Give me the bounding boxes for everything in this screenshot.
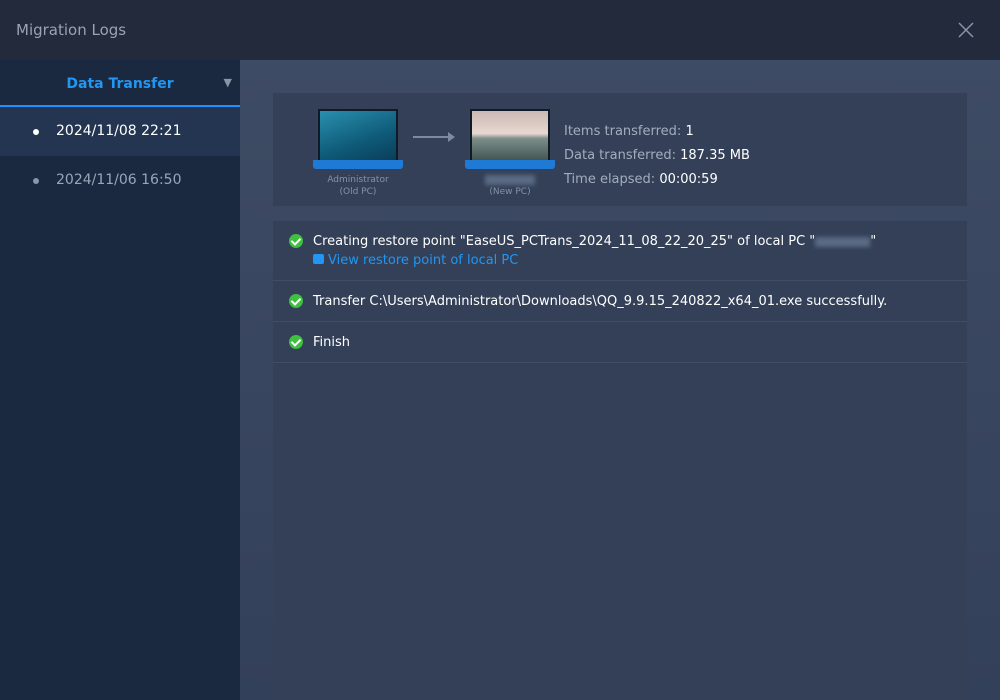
window-title: Migration Logs [16, 21, 127, 39]
old-pc: Administrator (Old PC) [313, 109, 403, 198]
main-panel: Administrator (Old PC) (New PC) Items tra… [240, 60, 1000, 700]
log-text: Transfer C:\Users\Administrator\Download… [313, 294, 888, 309]
pc-name-redacted [815, 236, 871, 247]
new-pc: (New PC) [465, 109, 555, 198]
sidebar-item-log[interactable]: 2024/11/06 16:50 [0, 156, 240, 205]
log-text: Finish [313, 335, 351, 350]
laptop-icon [465, 109, 555, 169]
new-pc-role: (New PC) [489, 187, 531, 197]
old-pc-name: Administrator [327, 175, 389, 185]
close-icon[interactable] [956, 20, 976, 40]
items-value: 1 [685, 124, 694, 139]
title-bar: Migration Logs [0, 0, 1000, 60]
check-circle-icon [289, 335, 303, 349]
arrow-right-icon [413, 132, 455, 142]
category-dropdown[interactable]: Data Transfer ▼ [0, 60, 240, 107]
log-entry: Creating restore point "EaseUS_PCTrans_2… [273, 221, 967, 281]
laptop-icon [313, 109, 403, 169]
time-value: 00:00:59 [659, 172, 718, 187]
link-label: View restore point of local PC [328, 253, 519, 268]
old-pc-role: (Old PC) [339, 187, 377, 197]
log-date: 2024/11/06 16:50 [56, 172, 182, 188]
restore-point-icon [313, 254, 324, 264]
data-label: Data transferred: [564, 148, 676, 163]
log-text-end: " [870, 234, 877, 249]
log-entry: Finish [273, 322, 967, 363]
chevron-down-icon: ▼ [223, 76, 232, 89]
items-label: Items transferred: [564, 124, 682, 139]
check-circle-icon [289, 294, 303, 308]
log-date: 2024/11/08 22:21 [56, 123, 182, 139]
log-text: Creating restore point "EaseUS_PCTrans_2… [313, 234, 816, 249]
transfer-stats: Items transferred: 1 Data transferred: 1… [564, 120, 750, 192]
data-value: 187.35 MB [680, 148, 750, 163]
bullet-icon [33, 178, 39, 184]
new-pc-name-redacted [485, 174, 535, 185]
time-label: Time elapsed: [564, 172, 656, 187]
check-circle-icon [289, 234, 303, 248]
log-entry: Transfer C:\Users\Administrator\Download… [273, 281, 967, 322]
transfer-summary: Administrator (Old PC) (New PC) Items tra… [273, 93, 967, 206]
category-label: Data Transfer [66, 76, 174, 92]
sidebar: Data Transfer ▼ 2024/11/08 22:21 2024/11… [0, 60, 240, 700]
bullet-icon [33, 129, 39, 135]
sidebar-item-log[interactable]: 2024/11/08 22:21 [0, 107, 240, 156]
view-restore-point-link[interactable]: View restore point of local PC [313, 253, 518, 268]
log-list: Creating restore point "EaseUS_PCTrans_2… [273, 221, 967, 700]
